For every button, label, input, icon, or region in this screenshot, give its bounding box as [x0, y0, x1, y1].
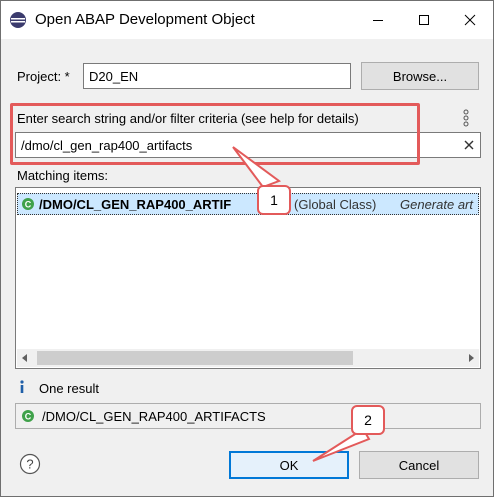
annotation-badge-1: 1 [257, 185, 291, 215]
dialog-window: Open ABAP Development Object Project: * … [0, 0, 494, 497]
annotation-badge-2: 2 [351, 405, 385, 435]
badge-2-text: 2 [364, 412, 372, 428]
badge-1-text: 1 [270, 192, 278, 208]
annotation-arrows [232, 146, 371, 462]
